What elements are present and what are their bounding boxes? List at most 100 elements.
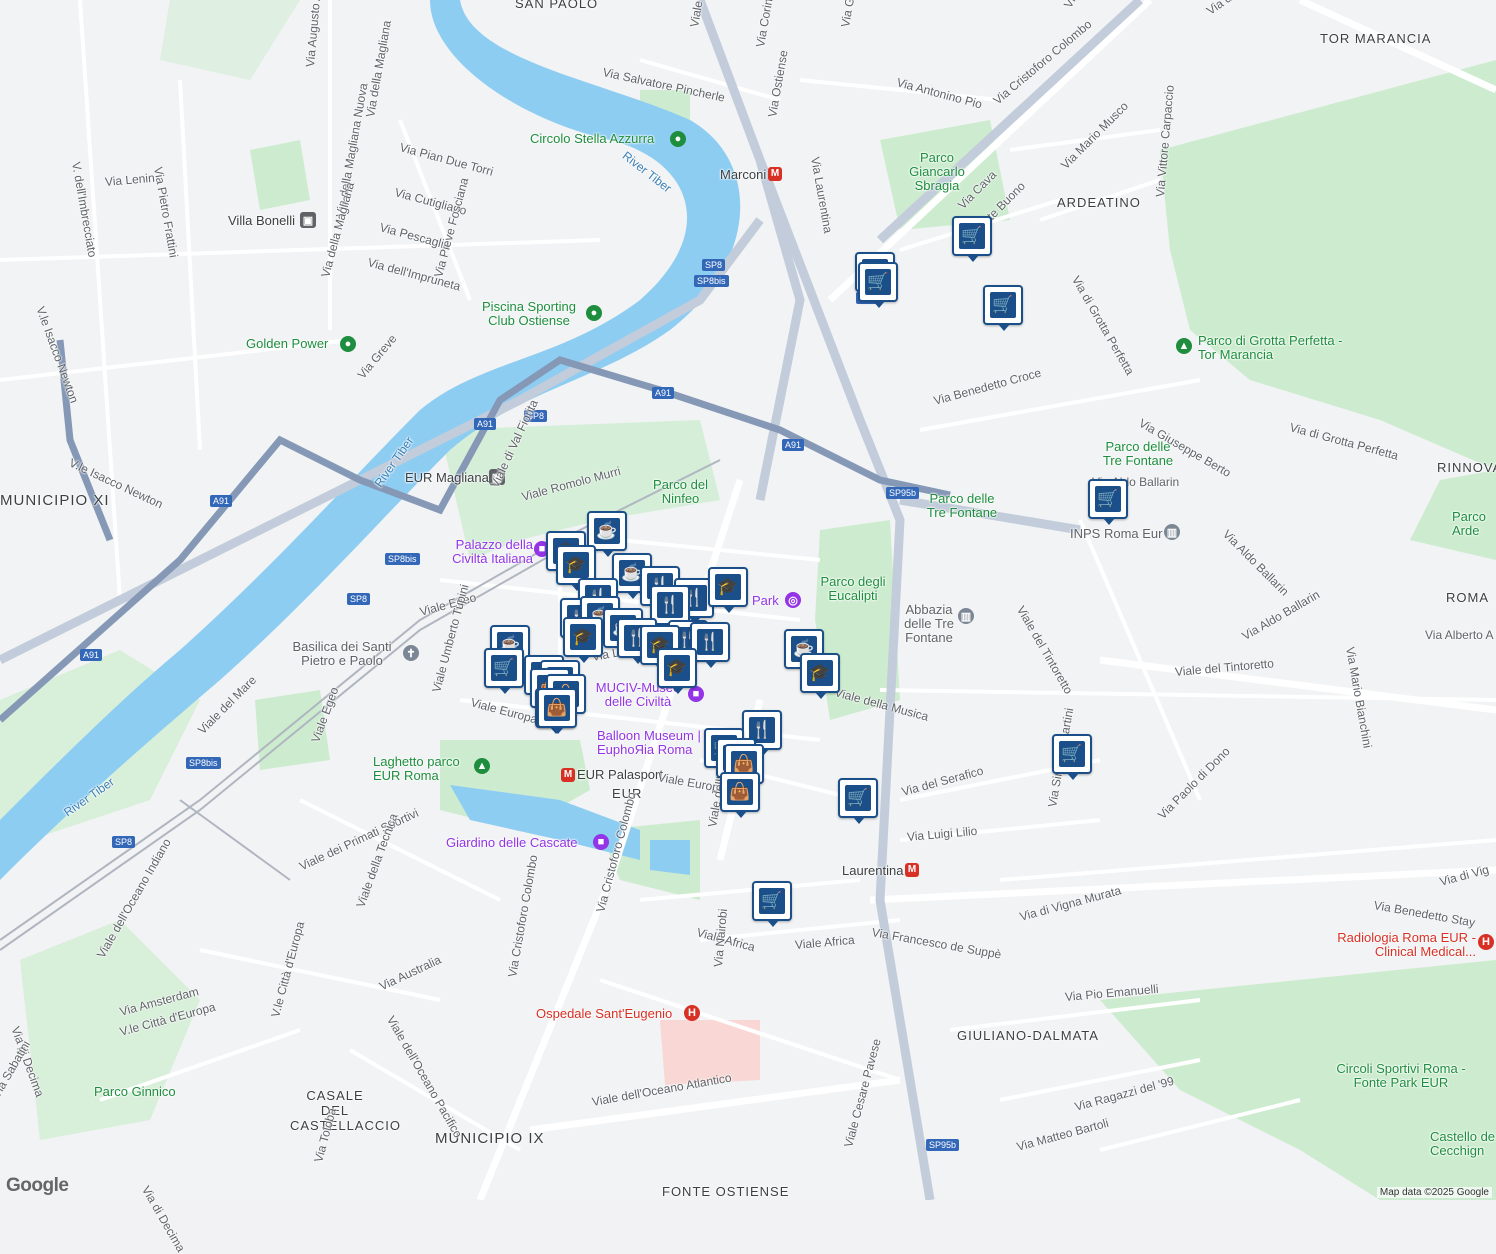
park-icon[interactable]: ● xyxy=(586,305,602,321)
place-label[interactable]: Castello de Cecchign xyxy=(1430,1130,1496,1158)
place-label[interactable]: Parco delle Tre Fontane xyxy=(922,492,1002,520)
road-shield: SP8bis xyxy=(186,757,221,769)
hospital-label[interactable]: Radiologia Roma EUR - Clinical Medical..… xyxy=(1330,931,1476,959)
road-shield: SP95b xyxy=(886,487,919,499)
road-shield: A91 xyxy=(782,439,804,451)
place-label[interactable]: Parco Ginnico xyxy=(94,1085,176,1099)
school-marker[interactable]: 🎓 xyxy=(657,648,697,688)
shopping-cart-icon: 🛒 xyxy=(1059,741,1085,767)
school-icon: 🎓 xyxy=(807,660,833,686)
shopping-cart-marker[interactable]: 🛒 xyxy=(858,262,898,302)
shopping-bag-marker[interactable]: 👜 xyxy=(720,772,760,812)
poi-label[interactable]: Basilica dei Santi Pietro e Paolo xyxy=(286,640,398,668)
road-shield: A91 xyxy=(210,495,232,507)
road-shield: SP8 xyxy=(702,259,725,271)
shopping-cart-marker[interactable]: 🛒 xyxy=(1052,734,1092,774)
tree-icon[interactable]: ▲ xyxy=(474,758,490,774)
museum-label[interactable]: Palazzo della Civiltà Italiana xyxy=(437,538,533,566)
place-label[interactable]: Parco Arde xyxy=(1452,510,1496,538)
google-logo: Google xyxy=(6,1175,68,1197)
shopping-cart-icon: 🛒 xyxy=(759,888,785,914)
school-icon: 🎓 xyxy=(563,552,589,578)
district-label: SAN PAOLO xyxy=(515,0,598,11)
road-shield: SP8bis xyxy=(694,275,729,287)
station-label[interactable]: EUR Magliana xyxy=(405,470,489,485)
museum-label[interactable]: Park xyxy=(752,594,779,608)
station-label[interactable]: Villa Bonelli xyxy=(228,213,295,228)
station-label[interactable]: Marconi xyxy=(720,167,766,182)
shopping-cart-marker[interactable]: 🛒 xyxy=(983,285,1023,325)
school-icon: 🎓 xyxy=(664,655,690,681)
station-label[interactable]: EUR Palasport xyxy=(577,767,663,782)
district-label: ARDEATINO xyxy=(1057,195,1141,210)
park-icon[interactable]: ● xyxy=(670,131,686,147)
hospital-label[interactable]: Ospedale Sant'Eugenio xyxy=(536,1007,672,1021)
shopping-cart-icon: 🛒 xyxy=(865,269,891,295)
museum-label[interactable]: Balloon Museum | EuphoЯia Roma xyxy=(597,729,707,757)
school-marker[interactable]: 🎓 xyxy=(800,653,840,693)
museum-icon[interactable]: ■ xyxy=(688,686,704,702)
place-label[interactable]: Piscina Sporting Club Ostiense xyxy=(478,300,580,328)
shopping-bag-icon: 👜 xyxy=(544,695,570,721)
shopping-cart-marker[interactable]: 🛒 xyxy=(1088,479,1128,519)
shopping-cart-icon: 🛒 xyxy=(845,785,871,811)
school-icon: 🎓 xyxy=(715,574,741,600)
metro-icon[interactable]: M xyxy=(561,768,575,782)
hospital-icon[interactable]: H xyxy=(1478,934,1494,950)
metro-icon[interactable]: M xyxy=(768,167,782,181)
landmark-icon[interactable]: ▥ xyxy=(1164,524,1180,540)
district-label: GIULIANO-DALMATA xyxy=(957,1028,1099,1043)
district-label: FONTE OSTIENSE xyxy=(662,1184,789,1199)
road-shield: SP8 xyxy=(112,836,135,848)
shopping-bag-marker[interactable]: 👜 xyxy=(537,688,577,728)
road-shield: A91 xyxy=(474,418,496,430)
district-label: MUNICIPIO XI xyxy=(0,492,110,509)
place-label[interactable]: Golden Power xyxy=(246,337,328,351)
restaurant-icon: 🍴 xyxy=(657,592,683,618)
shopping-bag-icon: 👜 xyxy=(727,779,753,805)
shopping-cart-marker[interactable]: 🛒 xyxy=(952,216,992,256)
road-shield: SP8bis xyxy=(385,553,420,565)
museum-icon[interactable]: ■ xyxy=(593,834,609,850)
place-label[interactable]: Parco di Grotta Perfetta - Tor Marancia xyxy=(1198,334,1348,362)
shopping-cart-icon: 🛒 xyxy=(1095,486,1121,512)
park-icon[interactable]: ● xyxy=(340,336,356,352)
district-label: TOR MARANCIA xyxy=(1320,31,1431,46)
shopping-cart-icon: 🛒 xyxy=(990,292,1016,318)
place-label[interactable]: Circoli Sportivi Roma - Fonte Park EUR xyxy=(1334,1062,1468,1090)
school-marker[interactable]: 🎓 xyxy=(563,617,603,657)
district-label: ROMA xyxy=(1446,590,1489,605)
church-icon[interactable]: ✝ xyxy=(403,645,419,661)
museum-icon[interactable]: ◎ xyxy=(785,592,801,608)
poi-label[interactable]: Abbazia delle Tre Fontane xyxy=(897,603,961,645)
place-label[interactable]: Laghetto parco EUR Roma xyxy=(373,755,473,783)
school-marker[interactable]: 🎓 xyxy=(708,567,748,607)
place-label[interactable]: Parco Giancarlo Sbragia xyxy=(893,151,981,193)
place-label[interactable]: Parco del Ninfeo xyxy=(648,478,713,506)
metro-icon[interactable]: M xyxy=(905,863,919,877)
shopping-cart-marker[interactable]: 🛒 xyxy=(752,881,792,921)
school-icon: 🎓 xyxy=(570,624,596,650)
place-label[interactable]: Circolo Stella Azzurra xyxy=(530,132,654,146)
district-label: RINNOVA xyxy=(1437,460,1496,475)
road-shield: A91 xyxy=(652,387,674,399)
shopping-cart-marker[interactable]: 🛒 xyxy=(838,778,878,818)
shopping-cart-icon: 🛒 xyxy=(491,655,517,681)
tree-icon[interactable]: ▲ xyxy=(1176,338,1192,354)
museum-label[interactable]: Giardino delle Cascate xyxy=(446,836,578,850)
place-label[interactable]: Parco degli Eucalipti xyxy=(817,575,889,603)
shopping-cart-marker[interactable]: 🛒 xyxy=(484,648,524,688)
restaurant-icon: 🍴 xyxy=(697,629,723,655)
map-attribution[interactable]: Map data ©2025 Google xyxy=(1377,1187,1492,1198)
landmark-icon[interactable]: ▥ xyxy=(958,608,974,624)
hospital-icon[interactable]: H xyxy=(684,1005,700,1021)
street-label: Via Alberto A xyxy=(1425,628,1494,642)
station-label[interactable]: Laurentina xyxy=(842,863,903,878)
road-shield: SP95b xyxy=(926,1139,959,1151)
coffee-icon: ☕ xyxy=(594,518,620,544)
train-icon[interactable]: ▣ xyxy=(300,212,316,228)
poi-label[interactable]: INPS Roma Eur xyxy=(1070,526,1162,541)
road-shield: SP8 xyxy=(347,593,370,605)
road-shield: A91 xyxy=(80,649,102,661)
lake-2 xyxy=(650,840,690,875)
